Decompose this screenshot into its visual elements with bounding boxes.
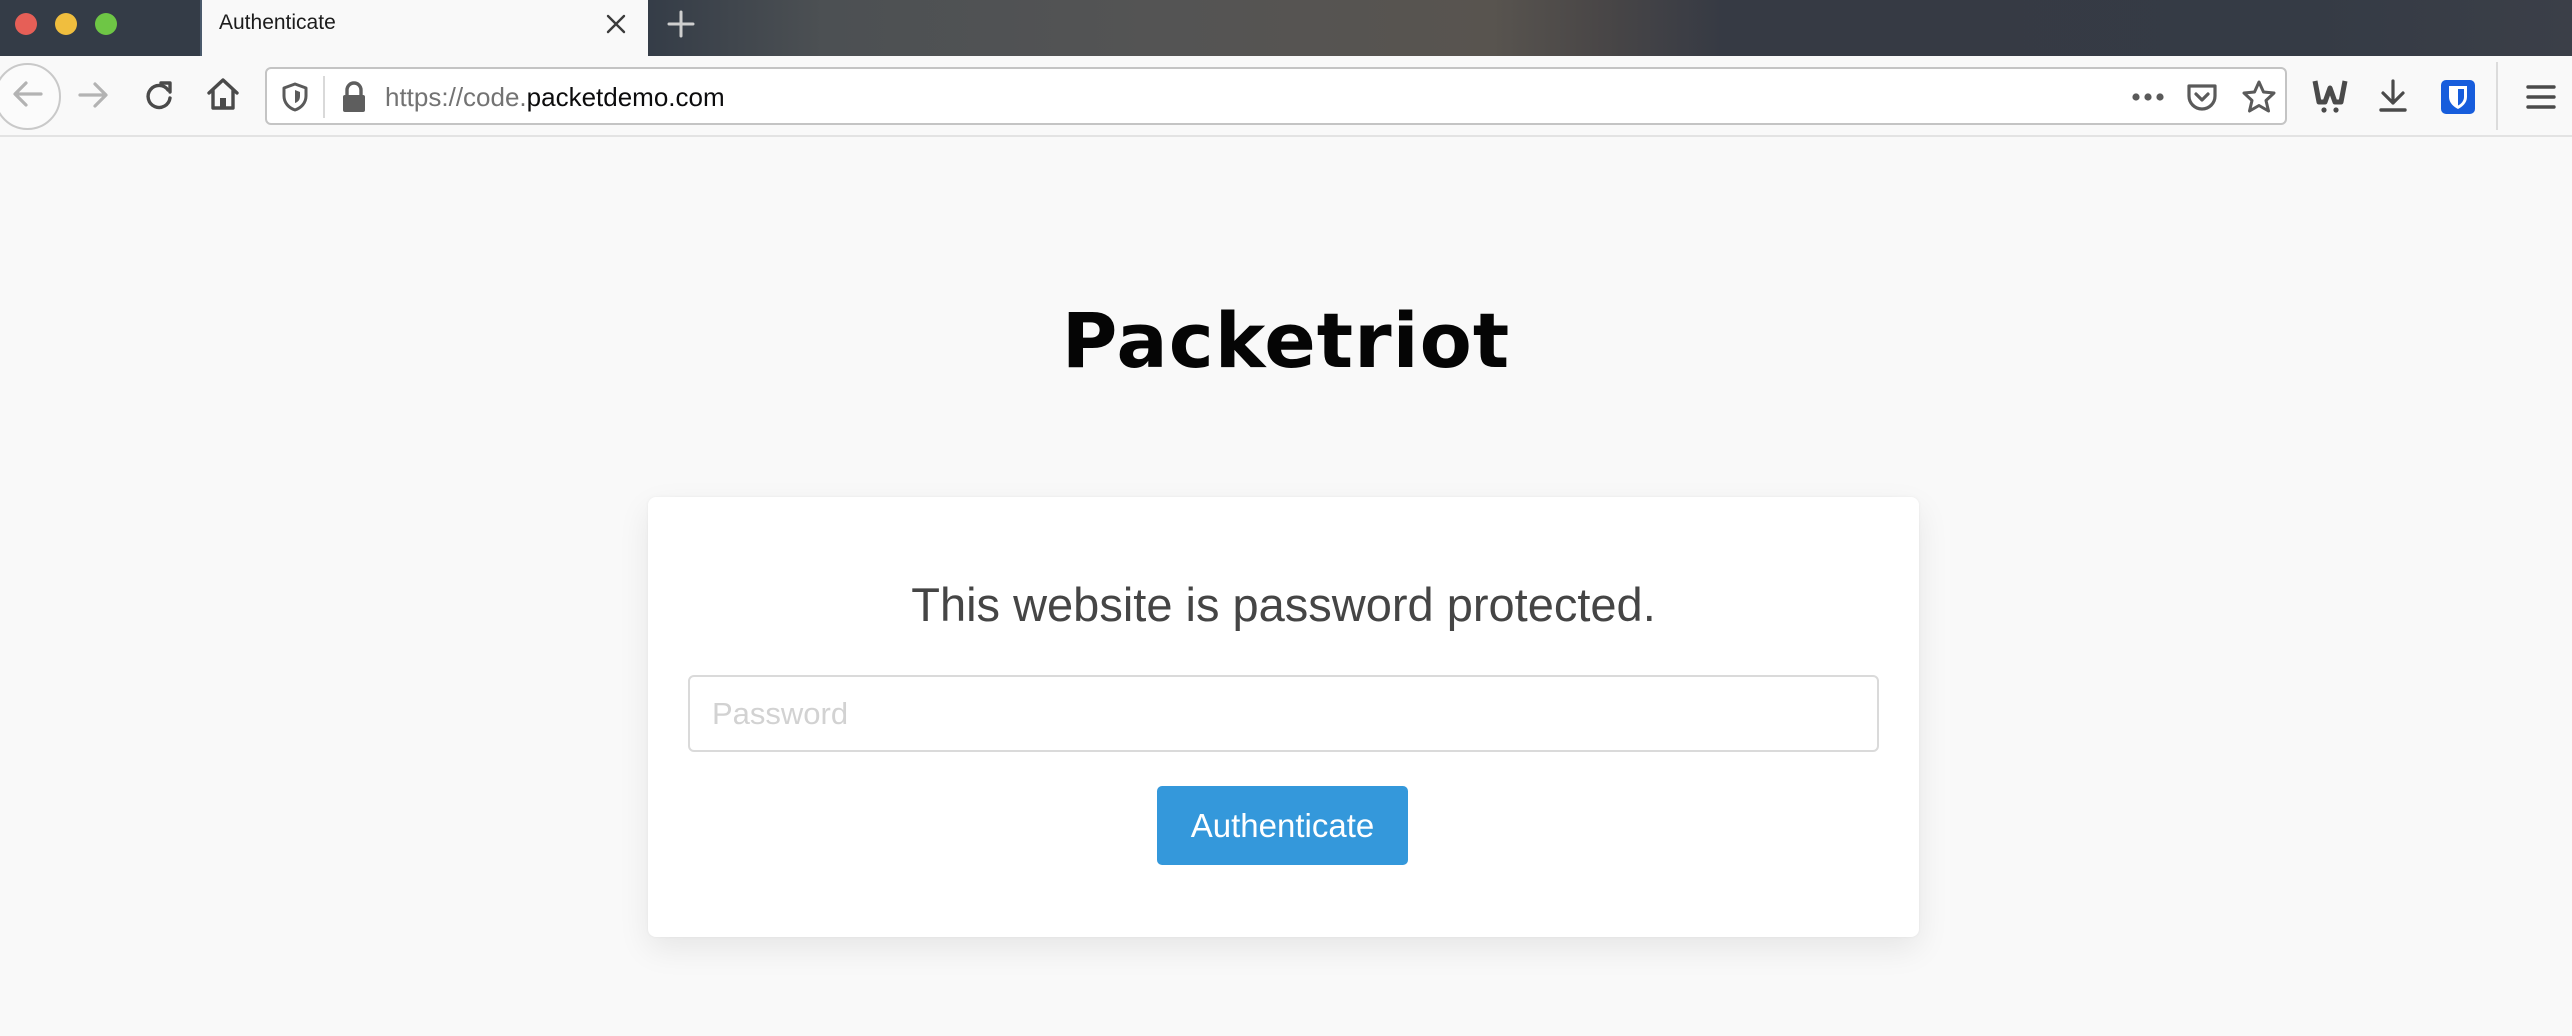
forward-button[interactable] [77, 80, 111, 114]
tab-title: Authenticate [219, 11, 336, 34]
download-icon[interactable] [2376, 78, 2410, 114]
back-button[interactable] [0, 63, 61, 130]
lock-icon[interactable] [341, 81, 367, 113]
url-divider [323, 76, 325, 118]
url-input[interactable]: https://code.packetdemo.com [385, 81, 725, 113]
tab-authenticate[interactable]: Authenticate [200, 0, 648, 56]
password-input[interactable] [688, 675, 1879, 752]
page-actions-dots-icon[interactable] [2130, 83, 2166, 111]
window-zoom-button[interactable] [95, 13, 117, 35]
bookmark-star-icon[interactable] [2241, 79, 2277, 115]
url-domain: packetdemo.com [526, 82, 725, 112]
navigation-toolbar: https://code.packetdemo.com [0, 56, 2572, 137]
plus-icon[interactable] [667, 10, 695, 38]
pocket-icon[interactable] [2185, 81, 2219, 115]
auth-card: This website is password protected. Auth… [648, 497, 1919, 937]
toolbar-separator [2496, 62, 2498, 130]
home-icon [205, 76, 241, 117]
reload-button[interactable] [142, 80, 176, 114]
tracking-protection-shield-icon[interactable] [281, 82, 309, 112]
url-bar[interactable]: https://code.packetdemo.com [265, 67, 2287, 125]
page-title: Packetriot [1061, 296, 1511, 385]
window-minimize-button[interactable] [55, 13, 77, 35]
hamburger-menu-icon[interactable] [2524, 80, 2558, 114]
home-button[interactable] [205, 76, 241, 117]
url-scheme: https://code. [385, 82, 527, 112]
tab-strip: Authenticate [0, 0, 2572, 56]
authenticate-button[interactable]: Authenticate [1157, 786, 1408, 865]
reload-icon [142, 78, 176, 117]
window-close-button[interactable] [15, 13, 37, 35]
bitwarden-icon[interactable] [2441, 80, 2475, 114]
close-icon[interactable] [604, 12, 628, 36]
wappalyzer-icon[interactable] [2312, 78, 2348, 114]
protection-message: This website is password protected. [911, 578, 1656, 631]
arrow-left-icon [11, 77, 45, 116]
arrow-right-icon [77, 78, 111, 117]
